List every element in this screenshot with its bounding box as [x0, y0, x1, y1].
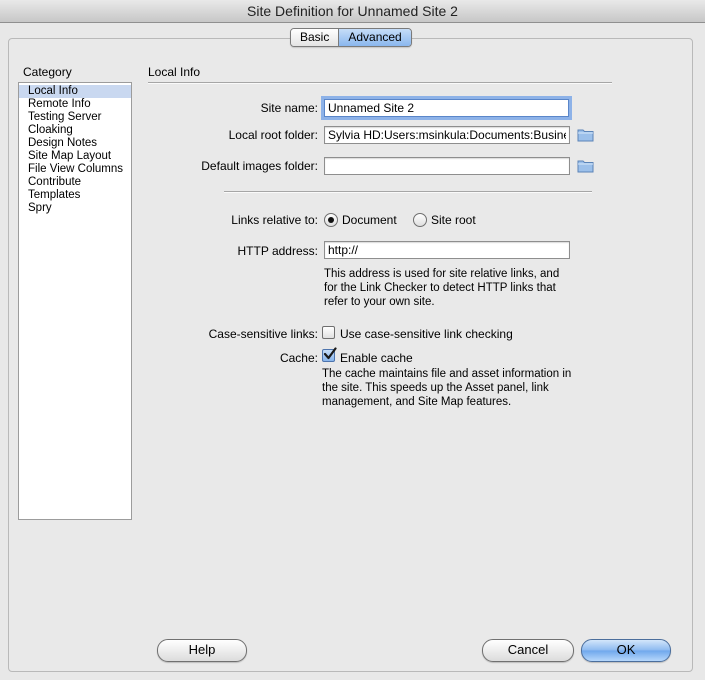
cache-option: Enable cache	[340, 351, 413, 365]
sidebar-item-spry[interactable]: Spry	[19, 202, 131, 215]
tab-basic[interactable]: Basic	[291, 29, 339, 46]
category-heading: Category	[23, 65, 72, 79]
form-divider	[224, 191, 592, 193]
default-images-label: Default images folder:	[201, 159, 318, 173]
sidebar-item-design-notes[interactable]: Design Notes	[19, 137, 131, 150]
http-address-label: HTTP address:	[237, 244, 318, 258]
window-title: Site Definition for Unnamed Site 2	[0, 0, 705, 23]
radio-document[interactable]	[324, 213, 338, 227]
sidebar-item-cloaking[interactable]: Cloaking	[19, 124, 131, 137]
section-title: Local Info	[148, 65, 201, 79]
links-relative-label: Links relative to:	[231, 213, 318, 227]
site-name-input[interactable]	[324, 99, 569, 117]
tab-advanced[interactable]: Advanced	[338, 29, 411, 46]
sidebar-item-local-info[interactable]: Local Info	[19, 85, 131, 98]
case-sensitive-label: Case-sensitive links:	[208, 327, 318, 341]
sidebar-item-remote-info[interactable]: Remote Info	[19, 98, 131, 111]
local-root-label: Local root folder:	[228, 128, 318, 142]
cache-checkbox[interactable]	[322, 347, 337, 362]
site-name-label: Site name:	[260, 101, 318, 115]
case-sensitive-checkbox[interactable]	[322, 326, 335, 339]
case-sensitive-option: Use case-sensitive link checking	[340, 327, 513, 341]
cache-help: The cache maintains file and asset infor…	[322, 368, 572, 408]
local-root-input[interactable]	[324, 126, 570, 144]
radio-site-root[interactable]	[413, 213, 427, 227]
radio-document-label: Document	[342, 213, 397, 227]
help-button[interactable]: Help	[157, 639, 247, 662]
sidebar-item-testing-server[interactable]: Testing Server	[19, 111, 131, 124]
sidebar-item-contribute[interactable]: Contribute	[19, 176, 131, 189]
checkmark-icon	[323, 347, 337, 360]
sidebar-item-templates[interactable]: Templates	[19, 189, 131, 202]
http-address-help: This address is used for site relative l…	[324, 268, 560, 308]
sidebar-item-site-map-layout[interactable]: Site Map Layout	[19, 150, 131, 163]
cache-label: Cache:	[279, 351, 318, 365]
mode-switch: Basic Advanced	[290, 28, 412, 47]
folder-icon[interactable]	[577, 127, 594, 142]
radio-site-root-label: Site root	[431, 213, 476, 227]
section-divider	[148, 82, 612, 84]
folder-icon[interactable]	[577, 158, 594, 173]
ok-button[interactable]: OK	[581, 639, 671, 662]
cancel-button[interactable]: Cancel	[482, 639, 574, 662]
default-images-input[interactable]	[324, 157, 570, 175]
sidebar-item-file-view-columns[interactable]: File View Columns	[19, 163, 131, 176]
http-address-input[interactable]	[324, 241, 570, 259]
category-list[interactable]: Local Info Remote Info Testing Server Cl…	[18, 82, 132, 520]
